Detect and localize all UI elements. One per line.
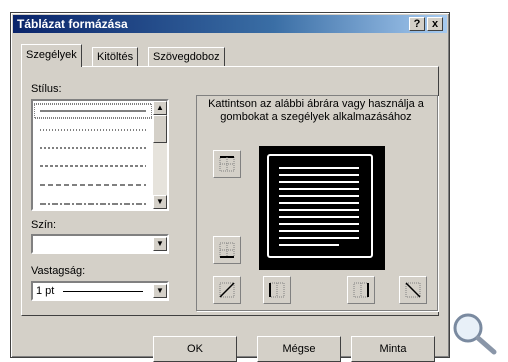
scroll-down-icon[interactable]: ▼	[153, 195, 167, 209]
ok-button-label: OK	[187, 343, 203, 355]
bottom-border-button[interactable]	[213, 236, 241, 264]
right-border-icon	[353, 282, 369, 298]
right-border-button[interactable]	[347, 276, 375, 304]
tab-fill[interactable]: Kitöltés	[92, 47, 139, 66]
thickness-label: Vastagság:	[31, 265, 86, 277]
format-table-dialog: Táblázat formázása ? x Szegélyek Kitölté…	[10, 12, 450, 362]
close-button[interactable]: x	[427, 17, 443, 31]
color-dropdown-arrow-icon[interactable]: ▼	[153, 237, 167, 251]
dialog-title: Táblázat formázása	[17, 17, 128, 31]
thickness-dropdown-arrow-icon[interactable]: ▼	[153, 284, 167, 298]
ok-button[interactable]: OK	[153, 336, 237, 362]
style-scrollbar[interactable]: ▲ ▼	[153, 101, 167, 209]
top-border-button[interactable]	[213, 150, 241, 178]
style-listbox[interactable]: ▲ ▼	[31, 99, 169, 211]
left-border-icon	[269, 282, 285, 298]
thickness-line	[63, 291, 143, 292]
diagonal-down-icon	[405, 282, 421, 298]
bottom-border-icon	[219, 242, 235, 258]
diagonal-down-border-button[interactable]	[399, 276, 427, 304]
tab-borders[interactable]: Szegélyek	[21, 44, 82, 67]
color-dropdown[interactable]: ▼	[31, 234, 169, 254]
diagonal-up-border-button[interactable]	[213, 276, 241, 304]
sample-button-label: Minta	[379, 343, 407, 355]
thickness-dropdown[interactable]: 1 pt ▼	[31, 281, 169, 301]
preview-text-lines	[279, 167, 359, 246]
color-label: Szín:	[31, 219, 57, 231]
tab-textbox-label: Szövegdoboz	[153, 51, 220, 63]
preview-instruction: Kattintson az alábbi ábrára vagy használ…	[208, 98, 424, 123]
scroll-thumb[interactable]	[153, 115, 167, 143]
cancel-button[interactable]: Mégse	[257, 336, 341, 362]
thickness-value: 1 pt	[36, 285, 55, 297]
title-bar: Táblázat formázása ? x	[13, 15, 447, 33]
diagonal-up-icon	[219, 282, 235, 298]
magnifier-icon	[453, 313, 497, 355]
sample-button[interactable]: Minta	[351, 336, 435, 362]
preview-group: Kattintson az alábbi ábrára vagy használ…	[196, 95, 438, 311]
cancel-button-label: Mégse	[282, 343, 316, 355]
tab-borders-label: Szegélyek	[26, 49, 77, 61]
help-button[interactable]: ?	[409, 17, 425, 31]
scroll-up-icon[interactable]: ▲	[153, 101, 167, 115]
tab-textbox[interactable]: Szövegdoboz	[148, 47, 225, 66]
top-border-icon	[219, 156, 235, 172]
style-label: Stílus:	[31, 83, 62, 95]
border-preview[interactable]	[259, 146, 385, 270]
tab-fill-label: Kitöltés	[97, 51, 134, 63]
left-border-button[interactable]	[263, 276, 291, 304]
line-styles	[34, 103, 152, 205]
